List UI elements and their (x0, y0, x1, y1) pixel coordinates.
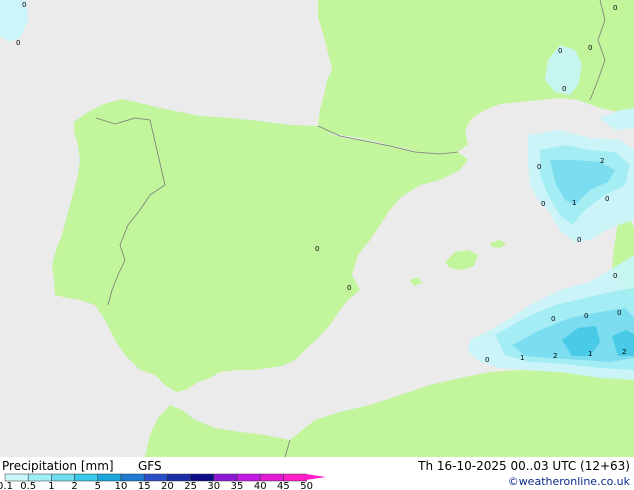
legend-tick-label: 35 (231, 481, 244, 490)
legend-tick-label: 30 (207, 481, 220, 490)
legend-swatch (51, 473, 75, 482)
contour-label: 2 (622, 348, 626, 356)
valid-time: Th 16-10-2025 00..03 UTC (12+63) (418, 459, 630, 473)
contour-label: 0 (613, 272, 617, 280)
legend-swatch (259, 473, 284, 482)
legend-tick-label: 15 (138, 481, 151, 490)
legend-swatch (120, 473, 145, 482)
precip-legend: 0.1 0.5 1 2 5 10 15 20 25 30 35 40 45 50 (0, 473, 326, 490)
contour-label: 0 (577, 236, 581, 244)
legend-swatch (4, 473, 29, 482)
contour-label: 0 (315, 245, 319, 253)
contour-label: 2 (600, 157, 604, 165)
model-name: GFS (138, 459, 162, 473)
legend-tick-label: 20 (161, 481, 174, 490)
contour-label: 1 (520, 354, 524, 362)
contour-label: 0 (588, 44, 592, 52)
contour-label: 0 (605, 195, 609, 203)
contour-label: 0 (537, 163, 541, 171)
legend-swatch (27, 473, 52, 482)
legend-swatch (143, 473, 168, 482)
contour-label: 0 (613, 4, 617, 12)
legend-swatches (4, 473, 307, 482)
contour-label: 0 (562, 85, 566, 93)
legend-tick-label: 1 (48, 481, 54, 490)
legend-tick-label: 25 (184, 481, 197, 490)
contour-label: 0 (558, 47, 562, 55)
legend-tick-label: 10 (115, 481, 128, 490)
contour-label: 0 (347, 284, 351, 292)
legend-tick-label: 5 (95, 481, 101, 490)
legend-tick-label: 45 (277, 481, 290, 490)
map-footer: Precipitation [mm] GFS Th 16-10-2025 00.… (0, 457, 634, 490)
contour-label: 0 (617, 309, 621, 317)
contour-label: 0 (584, 312, 588, 320)
contour-label: 1 (588, 350, 592, 358)
legend-tick-label: 40 (254, 481, 267, 490)
map-canvas: 0 0 0 0 0 0 0 2 0 1 0 0 0 0 0 0 0 1 2 1 … (0, 0, 634, 458)
contour-label: 0 (22, 1, 26, 9)
legend-swatch (190, 473, 215, 482)
legend-tick-label: 50 (300, 481, 313, 490)
legend-swatch (74, 473, 99, 482)
legend-swatch (167, 473, 191, 482)
legend-tick-labels: 0.1 0.5 1 2 5 10 15 20 25 30 35 40 45 50 (0, 481, 313, 490)
legend-swatch (213, 473, 238, 482)
legend-swatch (236, 473, 261, 482)
contour-label: 0 (16, 39, 20, 47)
map-title: Precipitation [mm] (2, 459, 114, 473)
contour-label: 0 (485, 356, 489, 364)
legend-tick-label: 0.1 (0, 481, 13, 490)
map-view[interactable]: 0 0 0 0 0 0 0 2 0 1 0 0 0 0 0 0 0 1 2 1 … (0, 0, 634, 458)
site-credit[interactable]: ©weatheronline.co.uk (508, 475, 630, 489)
legend-swatch (283, 473, 307, 482)
legend-arrow (306, 474, 326, 480)
contour-label: 0 (541, 200, 545, 208)
contour-label: 0 (551, 315, 555, 323)
legend-tick-label: 2 (71, 481, 77, 490)
contour-label: 2 (553, 352, 557, 360)
legend-swatch (97, 473, 122, 482)
contour-label: 1 (572, 199, 576, 207)
legend-tick-label: 0.5 (20, 481, 36, 490)
